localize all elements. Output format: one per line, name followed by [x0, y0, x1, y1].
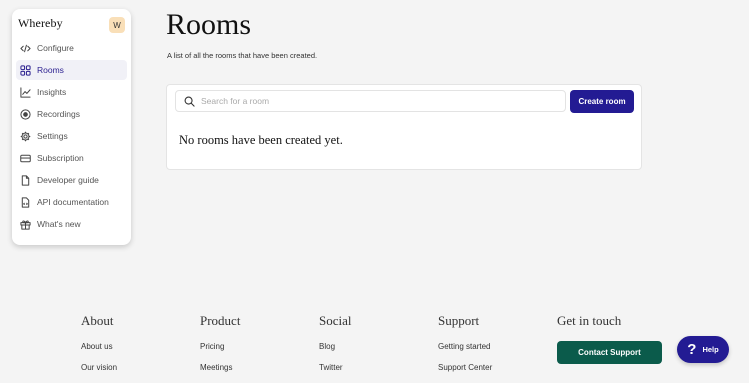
rooms-grid-icon [20, 64, 31, 76]
document-icon [21, 174, 30, 186]
footer-contact: Get in touch [557, 313, 621, 342]
card-icon [20, 154, 31, 162]
footer-link-meetings[interactable]: Meetings [200, 363, 240, 372]
footer-social: Social Blog Twitter [319, 313, 352, 383]
sidebar-item-label: Configure [37, 43, 74, 53]
sidebar-item-label: Settings [37, 131, 68, 141]
sidebar-item-insights[interactable]: Insights [16, 82, 127, 102]
search-icon [184, 96, 195, 107]
sidebar-item-recordings[interactable]: Recordings [16, 104, 127, 124]
footer-link-getting-started[interactable]: Getting started [438, 342, 492, 351]
sidebar: Whereby W Configure Rooms Insights Recor… [12, 9, 131, 245]
footer-product: Product Pricing Meetings [200, 313, 240, 383]
sidebar-item-label: Recordings [37, 109, 80, 119]
footer-heading: About [81, 313, 114, 328]
page-title: Rooms [166, 8, 252, 41]
footer-link-about-us[interactable]: About us [81, 342, 117, 351]
sidebar-nav: Configure Rooms Insights Recordings Sett… [12, 38, 131, 234]
search-box[interactable] [175, 90, 566, 112]
record-icon [20, 108, 31, 120]
chart-line-icon [20, 86, 31, 98]
empty-state-message: No rooms have been created yet. [179, 133, 343, 147]
footer-link-our-vision[interactable]: Our vision [81, 363, 117, 372]
footer-about: About About us Our vision [81, 313, 117, 383]
sidebar-item-whats-new[interactable]: What's new [16, 214, 127, 234]
sidebar-header: Whereby W [12, 9, 131, 33]
footer-support: Support Getting started Support Center [438, 313, 492, 383]
page-subtitle: A list of all the rooms that have been c… [167, 51, 318, 60]
sidebar-item-label: What's new [37, 219, 81, 229]
footer-link-blog[interactable]: Blog [319, 342, 352, 351]
create-room-button[interactable]: Create room [570, 90, 634, 113]
footer-heading: Social [319, 313, 352, 328]
footer-link-support-center[interactable]: Support Center [438, 363, 492, 372]
footer-heading: Product [200, 313, 241, 328]
footer-heading: Get in touch [557, 313, 622, 328]
help-label: Help [702, 345, 719, 354]
sidebar-item-label: Developer guide [37, 175, 99, 185]
footer-link-twitter[interactable]: Twitter [319, 363, 352, 372]
avatar[interactable]: W [109, 17, 125, 33]
search-input[interactable] [201, 96, 541, 106]
sidebar-item-settings[interactable]: Settings [16, 126, 127, 146]
logo[interactable]: Whereby [18, 16, 63, 31]
sidebar-item-label: Insights [37, 87, 67, 97]
sidebar-item-subscription[interactable]: Subscription [16, 148, 127, 168]
api-doc-icon [21, 196, 30, 208]
gear-icon [20, 131, 31, 141]
sidebar-item-label: API documentation [37, 197, 109, 207]
sidebar-item-configure[interactable]: Configure [16, 38, 127, 58]
rooms-card: Create room No rooms have been created y… [166, 84, 642, 170]
footer-heading: Support [438, 313, 480, 328]
help-button[interactable]: ? Help [677, 336, 729, 363]
code-icon [20, 44, 31, 52]
contact-support-button[interactable]: Contact Support [557, 341, 662, 364]
sidebar-item-developer-guide[interactable]: Developer guide [16, 170, 127, 190]
sidebar-item-rooms[interactable]: Rooms [16, 60, 127, 80]
sidebar-item-api-documentation[interactable]: API documentation [16, 192, 127, 212]
gift-icon [20, 219, 31, 230]
sidebar-item-label: Subscription [37, 153, 84, 163]
sidebar-item-label: Rooms [37, 65, 64, 75]
question-mark-icon: ? [687, 341, 697, 358]
footer-link-pricing[interactable]: Pricing [200, 342, 240, 351]
